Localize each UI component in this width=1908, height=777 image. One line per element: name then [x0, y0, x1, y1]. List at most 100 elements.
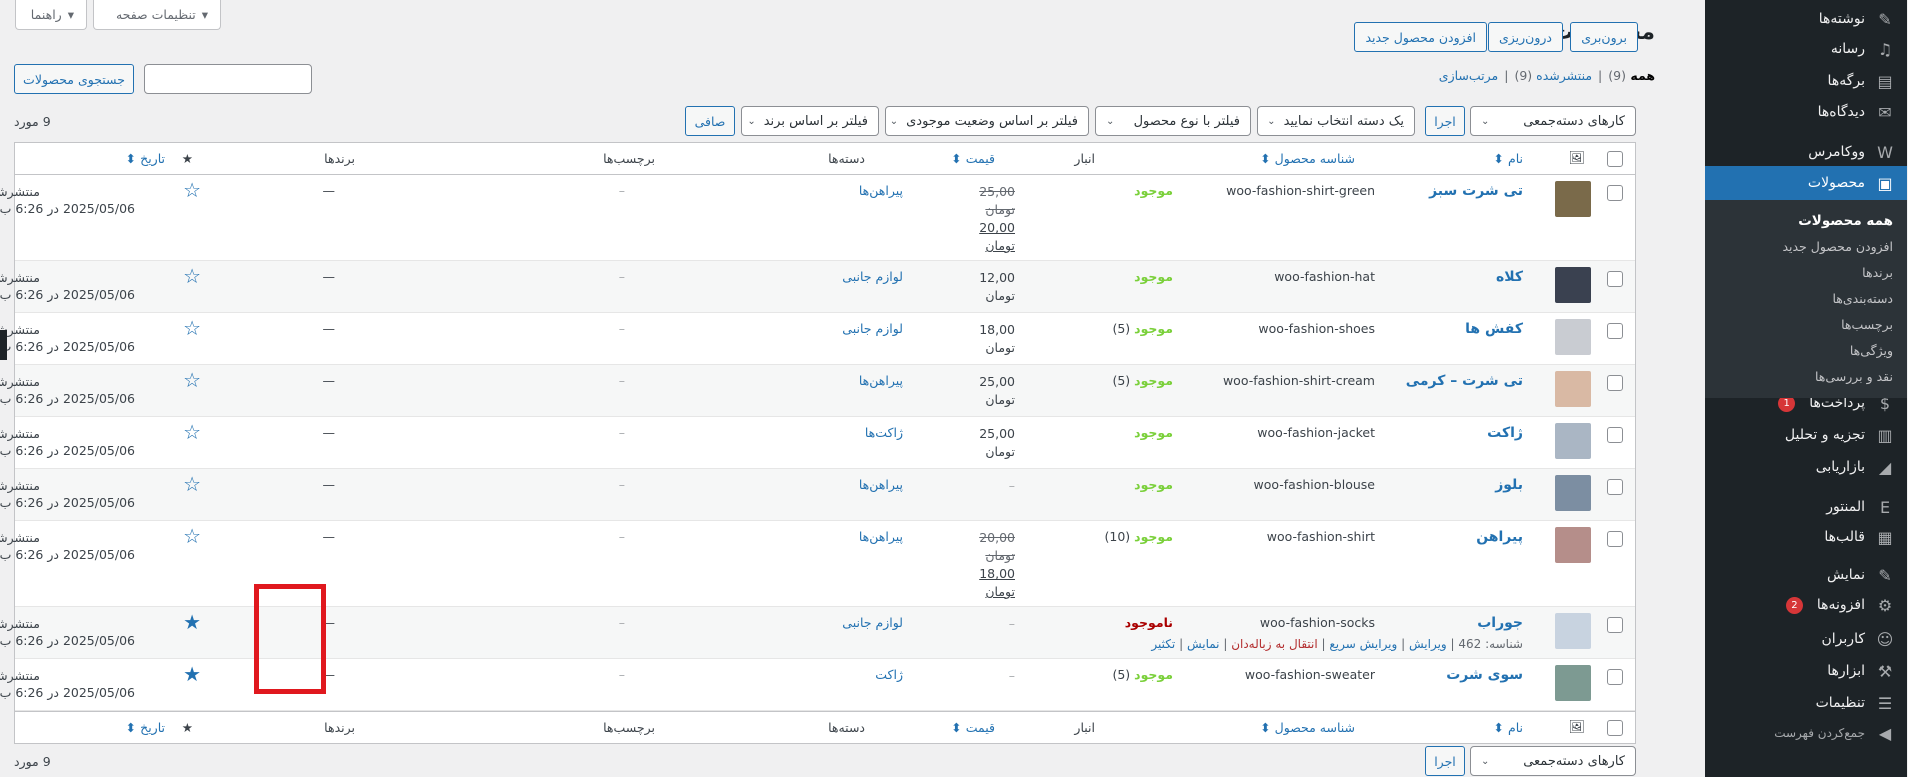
row-checkbox[interactable] [1608, 531, 1624, 547]
sidebar-item-1[interactable]: ♫ رسانه [1706, 32, 1908, 66]
featured-star-empty-icon[interactable]: ☆ [184, 524, 202, 548]
product-category-link[interactable]: پیراهن‌ها [860, 183, 904, 198]
product-category-link[interactable]: لوازم جانبی [843, 269, 904, 284]
screen-options-button[interactable]: ▾ تنظیمات صفحه [94, 0, 222, 30]
sidebar-item-10[interactable]: ▦ قالب‌ها [1706, 520, 1908, 554]
product-thumbnail[interactable] [1556, 665, 1592, 701]
column-header-sku[interactable]: شناسه محصول ⬍ [1261, 720, 1356, 735]
product-name-link[interactable]: پیراهن [1477, 529, 1524, 545]
product-thumbnail[interactable] [1556, 423, 1592, 459]
product-category-link[interactable]: ژاکت‌ها [866, 425, 904, 440]
select-all-checkbox[interactable] [1608, 720, 1624, 736]
column-header-price[interactable]: قیمت ⬍ [952, 151, 996, 166]
column-header-name[interactable]: نام ⬍ [1495, 151, 1524, 166]
sidebar-item-11[interactable]: ✎ نمایش [1706, 558, 1908, 592]
stock-status-filter-select[interactable]: فیلتر بر اساس وضعیت موجودی ⌄ [886, 106, 1090, 136]
sidebar-item-16[interactable]: ◀ جمع‌کردن فهرست [1706, 716, 1908, 750]
apply-button-bottom[interactable]: اجرا [1426, 746, 1466, 776]
brand-filter-select[interactable]: فیلتر بر اساس برند ⌄ [742, 106, 880, 136]
sidebar-item-12[interactable]: ⚙ افزونه‌ها 2 [1706, 588, 1908, 622]
featured-star-empty-icon[interactable]: ☆ [184, 178, 202, 202]
product-thumbnail[interactable] [1556, 319, 1592, 355]
product-category-link[interactable]: ژاکت [876, 667, 904, 682]
column-header-price[interactable]: قیمت ⬍ [952, 720, 996, 735]
product-name-link[interactable]: بلوز [1496, 477, 1524, 493]
product-name-link[interactable]: ژاکت [1488, 425, 1524, 441]
view-link[interactable]: نمایش [1188, 637, 1221, 651]
featured-star-empty-icon[interactable]: ☆ [184, 264, 202, 288]
product-name-link[interactable]: تی شرت – کرمی [1407, 373, 1524, 389]
view-all[interactable]: همه (9) [1609, 68, 1656, 83]
row-checkbox[interactable] [1608, 479, 1624, 495]
row-checkbox[interactable] [1608, 669, 1624, 685]
import-button[interactable]: درون‌ریزی [1488, 22, 1564, 52]
help-button[interactable]: ▾ راهنما [16, 0, 88, 30]
column-header-name[interactable]: نام ⬍ [1495, 720, 1524, 735]
sidebar-item-0[interactable]: ✎ نوشته‌ها [1706, 2, 1908, 36]
submenu-item-4[interactable]: برچسب‌ها [1706, 312, 1908, 338]
product-thumbnail[interactable] [1556, 527, 1592, 563]
sidebar-item-4[interactable]: W ووکامرس [1706, 135, 1908, 169]
product-name-link[interactable]: سوی شرت [1447, 667, 1524, 683]
row-checkbox[interactable] [1608, 323, 1624, 339]
product-thumbnail[interactable] [1556, 181, 1592, 217]
duplicate-link[interactable]: تکثیر [1152, 637, 1176, 651]
submenu-item-2[interactable]: برندها [1706, 260, 1908, 286]
sidebar-toggle[interactable] [0, 330, 8, 360]
view-sorting[interactable]: مرتب‌سازی [1440, 68, 1499, 83]
export-button[interactable]: برون‌بری [1571, 22, 1639, 52]
product-category-link[interactable]: پیراهن‌ها [860, 477, 904, 492]
row-checkbox[interactable] [1608, 427, 1624, 443]
featured-star-filled-icon[interactable]: ★ [184, 662, 202, 686]
sidebar-item-14[interactable]: ⚒ ابزارها [1706, 654, 1908, 688]
bulk-action-select-bottom[interactable]: کارهای دسته‌جمعی ⌄ [1471, 746, 1637, 776]
select-all-checkbox[interactable] [1608, 151, 1624, 167]
submenu-item-6[interactable]: نقد و بررسی‌ها [1706, 364, 1908, 390]
column-header-date[interactable]: تاریخ ⬍ [127, 720, 166, 735]
row-checkbox[interactable] [1608, 617, 1624, 633]
view-published[interactable]: منتشرشده (9) [1515, 68, 1593, 83]
submenu-item-5[interactable]: ویژگی‌ها [1706, 338, 1908, 364]
product-name-link[interactable]: تی شرت سبز [1430, 183, 1524, 199]
sidebar-item-5[interactable]: ▣ محصولات [1698, 166, 1908, 200]
featured-star-filled-icon[interactable]: ★ [184, 610, 202, 634]
featured-star-empty-icon[interactable]: ☆ [184, 316, 202, 340]
featured-star-empty-icon[interactable]: ☆ [184, 420, 202, 444]
filter-button[interactable]: صافی [686, 106, 736, 136]
featured-star-empty-icon[interactable]: ☆ [184, 472, 202, 496]
sidebar-item-15[interactable]: ☰ تنظیمات [1706, 686, 1908, 720]
trash-link[interactable]: انتقال به زباله‌دان [1232, 637, 1319, 651]
product-name-link[interactable]: کلاه [1497, 269, 1524, 285]
add-new-product-button[interactable]: افزودن محصول جدید [1355, 22, 1488, 52]
submenu-item-1[interactable]: افزودن محصول جدید [1706, 234, 1908, 260]
apply-button[interactable]: اجرا [1426, 106, 1466, 136]
search-input[interactable] [145, 64, 313, 94]
column-header-date[interactable]: تاریخ ⬍ [127, 151, 166, 166]
bulk-action-select[interactable]: کارهای دسته‌جمعی ⌄ [1471, 106, 1637, 136]
product-thumbnail[interactable] [1556, 613, 1592, 649]
submenu-item-0[interactable]: همه محصولات [1706, 208, 1908, 234]
category-filter-select[interactable]: یک دسته انتخاب نمایید ⌄ [1258, 106, 1416, 136]
product-category-link[interactable]: لوازم جانبی [843, 615, 904, 630]
row-checkbox[interactable] [1608, 185, 1624, 201]
sidebar-item-13[interactable]: ☺ کاربران [1706, 622, 1908, 656]
sidebar-item-7[interactable]: ▥ تجزیه و تحلیل [1706, 418, 1908, 452]
submenu-item-3[interactable]: دسته‌بندی‌ها [1706, 286, 1908, 312]
column-header-sku[interactable]: شناسه محصول ⬍ [1261, 151, 1356, 166]
quick-edit-link[interactable]: ویرایش سریع [1330, 637, 1398, 651]
sidebar-item-9[interactable]: E المنتور [1706, 490, 1908, 524]
product-category-link[interactable]: پیراهن‌ها [860, 373, 904, 388]
product-name-link[interactable]: کفش ها [1466, 321, 1524, 337]
product-type-filter-select[interactable]: فیلتر با نوع محصول ⌄ [1096, 106, 1252, 136]
row-checkbox[interactable] [1608, 271, 1624, 287]
featured-star-empty-icon[interactable]: ☆ [184, 368, 202, 392]
product-thumbnail[interactable] [1556, 267, 1592, 303]
product-thumbnail[interactable] [1556, 371, 1592, 407]
product-category-link[interactable]: لوازم جانبی [843, 321, 904, 336]
product-category-link[interactable]: پیراهن‌ها [860, 529, 904, 544]
edit-link[interactable]: ویرایش [1410, 637, 1448, 651]
search-products-button[interactable]: جستجوی محصولات [15, 64, 135, 94]
product-name-link[interactable]: جوراب [1478, 615, 1524, 631]
product-thumbnail[interactable] [1556, 475, 1592, 511]
sidebar-item-8[interactable]: ◢ بازاریابی [1706, 450, 1908, 484]
